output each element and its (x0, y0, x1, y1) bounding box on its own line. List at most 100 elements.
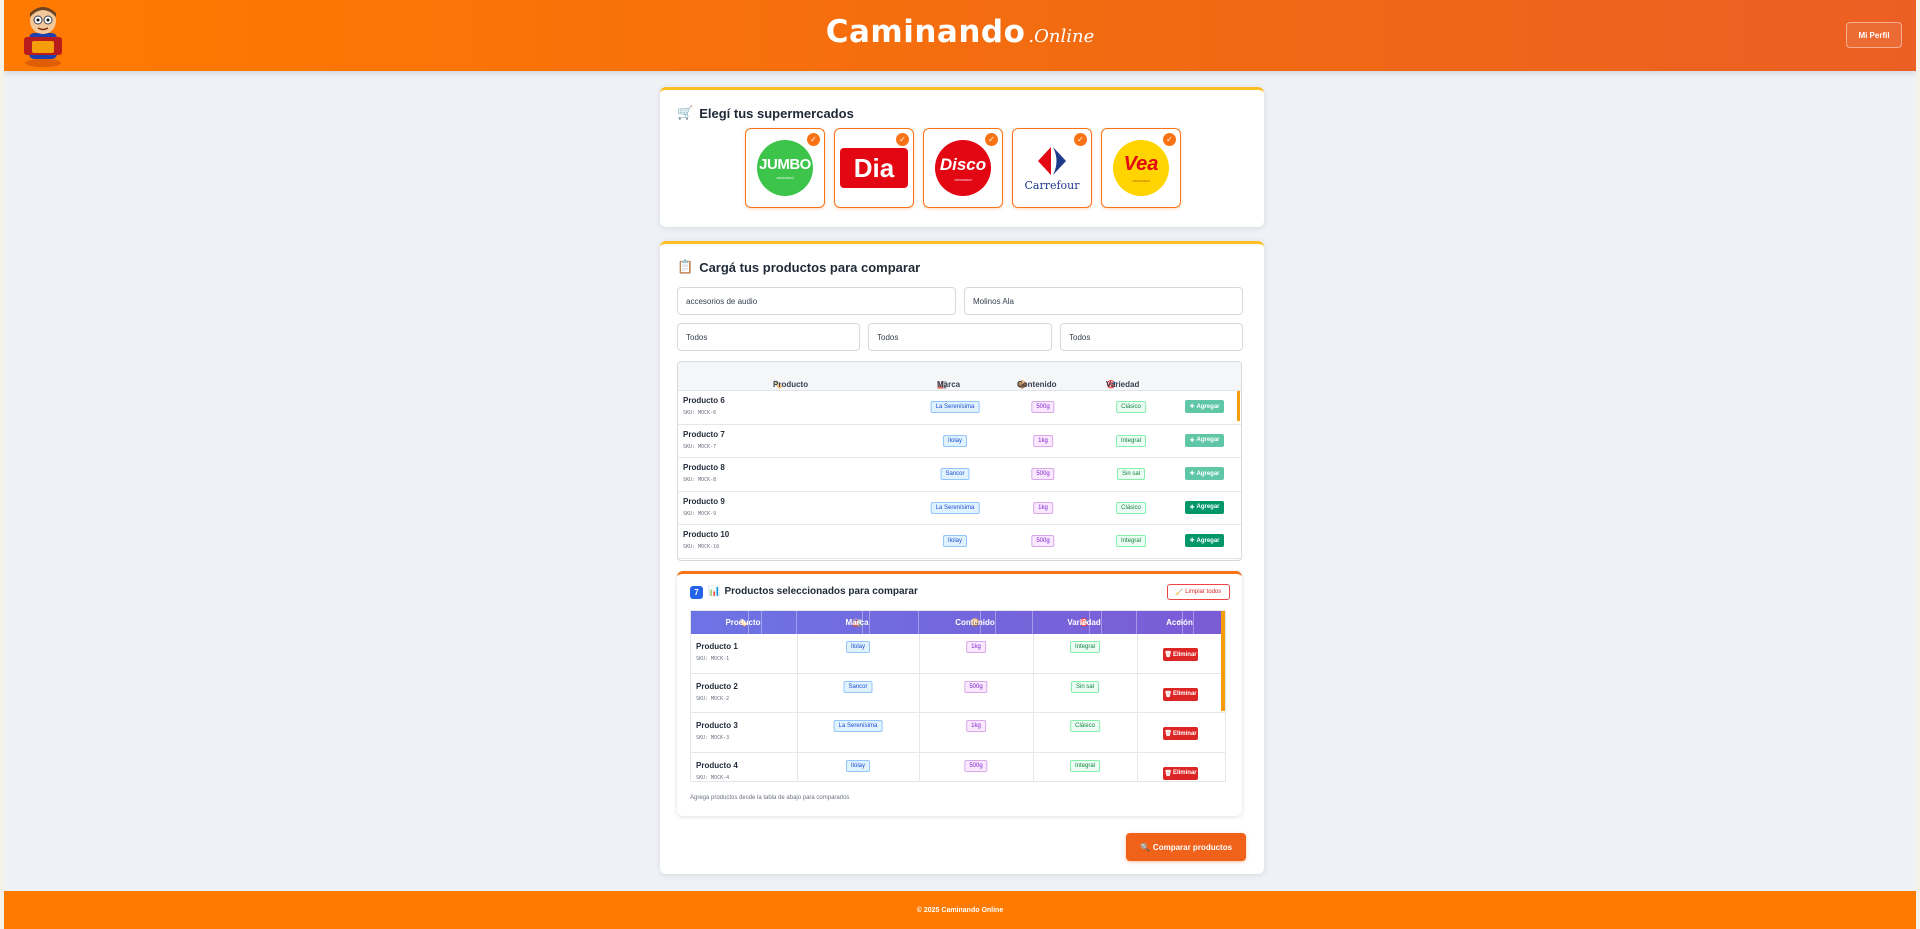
brand-tag: Sancor (940, 468, 970, 480)
filter-select-3[interactable]: Todos (1060, 323, 1243, 351)
add-label: Agregar (1196, 504, 1220, 510)
supermarket-vea[interactable]: ✓ Vea cencosud (1101, 128, 1181, 208)
col-brand-label: Marca (937, 380, 961, 389)
sel-col-action-label: Acción (1166, 611, 1194, 634)
disco-logo-sub: cencosud (954, 176, 972, 182)
vea-logo: Vea cencosud (1113, 140, 1169, 196)
search-input[interactable]: accesorios de audio (677, 287, 956, 315)
selected-name: Producto 1 (696, 642, 738, 651)
supermarket-carrefour[interactable]: ✓ Carrefour (1012, 128, 1092, 208)
cart-icon: 🛒 (677, 105, 694, 120)
add-label: Agregar (1196, 470, 1220, 477)
selected-table-header: 🏷️ Producto 🏭 Marca 📦 Contenido 🎯 Variedad ⚡… (691, 611, 1225, 634)
content-tag: 1kg (1033, 434, 1053, 447)
brand-title: Caminando .Online (4, 14, 1916, 50)
products-scrollbar[interactable] (1237, 391, 1240, 421)
delete-label: Eliminar (1172, 651, 1197, 658)
jumbo-logo-sub: cencosud (776, 175, 794, 180)
sel-col-brand: 🏭 Marca (797, 611, 919, 634)
brand-tag: La Serenísima (930, 501, 980, 514)
supermarkets-title: Elegí tus supermercados (699, 105, 854, 121)
delete-button[interactable]: 🗑 Eliminar (1163, 687, 1198, 701)
app-frame: Caminando .Online Mi Perfil 🛒 Elegí tus s… (4, 0, 1916, 929)
products-table: 🏷️ Producto 🏭 Marca 📦 Contenido 🎯 Variedad P… (677, 361, 1242, 561)
selected-row: Producto 3 SKU: MOCK-3 La Serenísima 1kg… (691, 713, 1225, 753)
selected-name: Producto 3 (696, 721, 738, 730)
product-row: Producto 6 SKU: MOCK-6 La Serenísima 500… (678, 391, 1241, 425)
product-sku: SKU: MOCK-10 (683, 544, 720, 550)
product-sku: SKU: MOCK-7 (683, 443, 717, 450)
brand-sub: .Online (1028, 26, 1095, 47)
add-button[interactable]: ✚ Agregar (1185, 467, 1224, 480)
add-label: Agregar (1196, 537, 1220, 544)
selected-sku: SKU: MOCK-4 (696, 774, 730, 781)
filter-select-1[interactable]: Todos (677, 323, 860, 351)
selected-count-badge: 7 (690, 586, 703, 599)
carrefour-mark-icon (1037, 146, 1066, 175)
profile-button[interactable]: Mi Perfil (1846, 22, 1902, 48)
brand-tag: Sancor (843, 680, 873, 693)
delete-button[interactable]: 🗑 Eliminar (1163, 766, 1198, 780)
products-title: Cargá tus productos para comparar (699, 259, 921, 275)
add-button[interactable]: ✚ Agregar (1185, 534, 1224, 547)
variety-tag: Sin sal (1070, 680, 1100, 693)
add-button[interactable]: ✚ Agregar (1185, 433, 1224, 447)
product-name: Producto 10 (683, 530, 730, 539)
product-row: Producto 8 SKU: MOCK-8 Sancor 500g Sin s… (678, 458, 1241, 492)
sel-col-product: 🏷️ Producto (691, 611, 797, 634)
selected-hint: Agrega productos desde la tabla de abajo… (690, 795, 850, 801)
filter-select-2[interactable]: Todos (868, 323, 1052, 351)
selected-scrollbar[interactable] (1221, 611, 1225, 711)
clear-all-button[interactable]: 🧹 Limpiar todos (1167, 584, 1230, 600)
brand-input[interactable]: Molinos Ala (964, 287, 1243, 315)
sel-col-variety-label: Variedad (1067, 611, 1102, 634)
sel-col-content-label: Contenido (955, 611, 996, 634)
add-label: Agregar (1196, 403, 1220, 410)
variety-tag: Clásico (1116, 401, 1146, 413)
delete-button[interactable]: 🗑 Eliminar (1163, 648, 1198, 661)
selected-name: Producto 4 (696, 760, 738, 770)
product-row: Producto 10 SKU: MOCK-10 Ilolay 500g Int… (678, 525, 1241, 559)
variety-tag: Clásico (1116, 501, 1146, 514)
brand-tag: Ilolay (845, 759, 871, 772)
product-row: Producto 7 SKU: MOCK-7 Ilolay 1kg Integr… (678, 425, 1241, 458)
supermarket-dia[interactable]: ✓ Dia (834, 128, 914, 208)
dia-logo: Dia (840, 148, 908, 188)
delete-label: Eliminar (1172, 770, 1197, 776)
check-icon: ✓ (1163, 133, 1176, 146)
brand-tag: Ilolay (845, 641, 871, 653)
col-content-label: Contenido (1017, 380, 1057, 389)
supermarket-disco[interactable]: ✓ Disco cencosud (923, 128, 1003, 208)
sel-col-variety: 🎯 Variedad (1033, 611, 1137, 634)
delete-button[interactable]: 🗑 Eliminar (1163, 727, 1198, 740)
content-tag: 500g (1031, 401, 1055, 413)
search-icon: 🔍 (1139, 842, 1150, 852)
supermarket-jumbo[interactable]: ✓ JUMBO cencosud (745, 128, 825, 208)
brand-tag: La Serenísima (930, 401, 980, 413)
add-label: Agregar (1196, 437, 1220, 443)
col-product-label: Producto (773, 380, 809, 389)
check-icon: ✓ (1074, 133, 1087, 146)
check-icon: ✓ (807, 133, 820, 146)
trash-icon: 🗑 (1164, 731, 1172, 737)
brand-tag: Ilolay (942, 434, 968, 447)
product-name: Producto 6 (683, 396, 725, 405)
compare-button[interactable]: 🔍 Comparar productos (1126, 833, 1246, 861)
selected-row: Producto 1 SKU: MOCK-1 Ilolay 1kg Integr… (691, 634, 1225, 674)
disco-logo: Disco cencosud (935, 140, 991, 196)
variety-tag: Sin sal (1116, 468, 1146, 480)
product-row: Producto 9 SKU: MOCK-9 La Serenísima 1kg… (678, 492, 1241, 525)
selected-products-panel: 7 📊 Productos seleccionados para compara… (677, 571, 1242, 816)
delete-label: Eliminar (1172, 691, 1197, 697)
sel-col-brand-label: Marca (845, 611, 870, 634)
clear-all-label: Limpiar todos (1185, 589, 1222, 595)
selected-sku: SKU: MOCK-3 (696, 735, 730, 741)
plus-icon: ✚ (1189, 471, 1195, 477)
variety-tag: Integral (1069, 759, 1101, 772)
add-button[interactable]: ✚ Agregar (1185, 500, 1224, 514)
add-button[interactable]: ✚ Agregar (1185, 400, 1224, 413)
plus-icon: ✚ (1189, 538, 1195, 544)
selected-row: Producto 2 SKU: MOCK-2 Sancor 500g Sin s… (691, 673, 1225, 713)
selected-title: Productos seleccionados para comparar (724, 586, 918, 597)
variety-tag: Integral (1115, 535, 1147, 547)
